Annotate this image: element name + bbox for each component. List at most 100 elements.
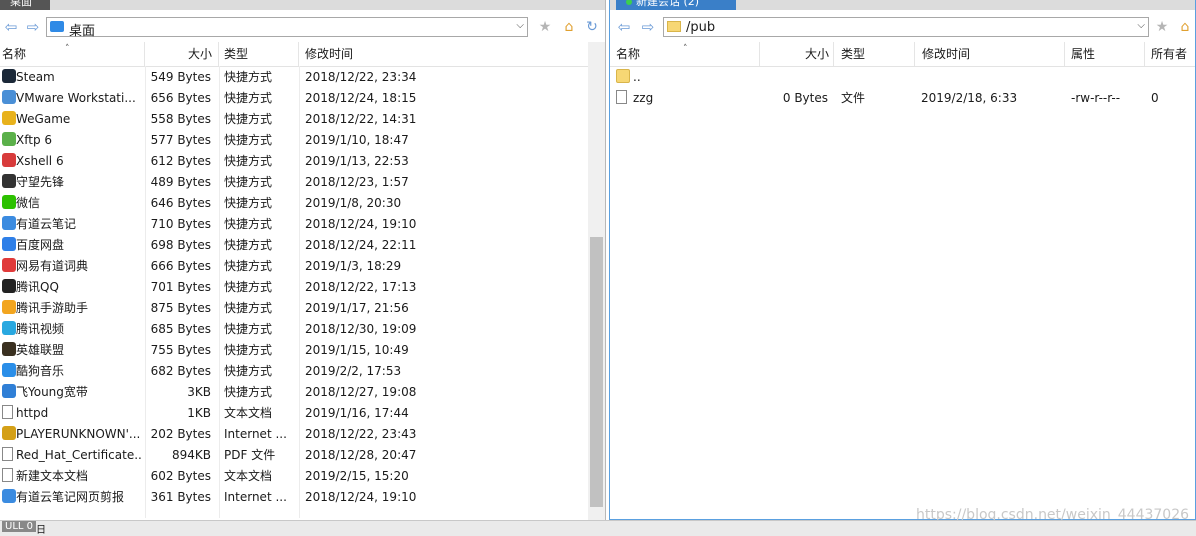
cell-name[interactable]: PLAYERUNKNOWN'... (2, 424, 142, 445)
cell-name[interactable]: 腾讯QQ (2, 277, 142, 298)
file-name: VMware Workstati... (16, 91, 136, 105)
table-row[interactable]: 飞Young宽带 3KB 快捷方式 2018/12/27, 19:08 (0, 382, 605, 403)
cell-name[interactable]: WeGame (2, 109, 142, 130)
table-row[interactable]: 网易有道词典 666 Bytes 快捷方式 2019/1/3, 18:29 (0, 256, 605, 277)
cell-size: 682 Bytes (150, 364, 211, 378)
refresh-icon[interactable]: ↻ (583, 18, 601, 36)
cell-name[interactable]: Xftp 6 (2, 130, 142, 151)
cell-name[interactable]: 新建文本文档 (2, 466, 142, 487)
cell-name[interactable]: 微信 (2, 193, 142, 214)
table-row[interactable]: 腾讯手游助手 875 Bytes 快捷方式 2019/1/17, 21:56 (0, 298, 605, 319)
cell-name[interactable]: 飞Young宽带 (2, 382, 142, 403)
address-field[interactable]: 桌面 ⌵ (46, 17, 528, 39)
table-row[interactable]: 有道云笔记 710 Bytes 快捷方式 2018/12/24, 19:10 (0, 214, 605, 235)
table-row[interactable]: 酷狗音乐 682 Bytes 快捷方式 2019/2/2, 17:53 (0, 361, 605, 382)
cell-name[interactable]: VMware Workstati... (2, 88, 142, 109)
table-row[interactable]: VMware Workstati... 656 Bytes 快捷方式 2018/12/… (0, 88, 605, 109)
col-size-header[interactable]: 大小 (145, 42, 219, 66)
table-row[interactable]: httpd 1KB 文本文档 2019/1/16, 17:44 (0, 403, 605, 424)
table-row[interactable]: Steam 549 Bytes 快捷方式 2018/12/22, 23:34 (0, 67, 605, 88)
scrollbar-thumb[interactable] (590, 237, 603, 507)
cell-size: 3KB (187, 385, 211, 399)
table-row[interactable]: Xftp 6 577 Bytes 快捷方式 2019/1/10, 18:47 (0, 130, 605, 151)
vertical-scrollbar[interactable] (588, 42, 605, 520)
table-row[interactable]: 百度网盘 698 Bytes 快捷方式 2018/12/24, 22:11 (0, 235, 605, 256)
text-file-icon (2, 468, 13, 482)
cell-modified: 2018/12/27, 19:08 (305, 385, 417, 399)
col-attrs-header[interactable]: 属性 (1065, 42, 1145, 66)
wegame-icon (2, 111, 16, 125)
tab-strip: 桌面 (0, 0, 605, 10)
cell-name[interactable]: 腾讯手游助手 (2, 298, 142, 319)
table-row[interactable]: zzg 0 Bytes 文件 2019/2/18, 6:33 -rw-r--r-- 0 (610, 88, 1195, 109)
file-name: 英雄联盟 (16, 343, 65, 357)
col-name-header[interactable]: 名称 ˄ (610, 42, 760, 66)
cell-name[interactable]: 腾讯视频 (2, 319, 142, 340)
col-name-header[interactable]: 名称 ˄ (0, 42, 145, 66)
table-row[interactable]: WeGame 558 Bytes 快捷方式 2018/12/22, 14:31 (0, 109, 605, 130)
cell-size: 612 Bytes (150, 154, 211, 168)
forward-arrow-icon[interactable]: ⇨ (24, 18, 42, 36)
file-list: Steam 549 Bytes 快捷方式 2018/12/22, 23:34 VMwar… (0, 67, 605, 508)
address-field[interactable]: /pub ⌵ (663, 17, 1149, 37)
col-size-header[interactable]: 大小 (760, 42, 834, 66)
cell-name[interactable]: 酷狗音乐 (2, 361, 142, 382)
bookmark-star-icon[interactable]: ★ (1153, 18, 1171, 36)
cell-modified: 2018/12/28, 20:47 (305, 448, 417, 462)
cell-name[interactable]: 百度网盘 (2, 235, 142, 256)
cell-modified: 2018/12/24, 19:10 (305, 217, 417, 231)
table-row[interactable]: 守望先锋 489 Bytes 快捷方式 2018/12/23, 1:57 (0, 172, 605, 193)
chevron-down-icon[interactable]: ⌵ (516, 20, 524, 31)
table-row[interactable]: Red_Hat_Certificate... 894KB PDF 文件 2018/12… (0, 445, 605, 466)
cell-type: 快捷方式 (224, 196, 273, 210)
cell-name[interactable]: zzg (616, 88, 756, 109)
cell-name[interactable]: .. (616, 67, 756, 88)
cell-type: 快捷方式 (224, 364, 273, 378)
cell-name[interactable]: 有道云笔记 (2, 214, 142, 235)
cell-name[interactable]: 有道云笔记网页剪报 (2, 487, 142, 508)
tab-remote-session[interactable]: 新建会话 (2) (616, 0, 736, 10)
back-arrow-icon[interactable]: ⇦ (2, 18, 20, 36)
cell-name[interactable]: Red_Hat_Certificate... (2, 445, 142, 466)
col-modified-header[interactable]: 修改时间 (915, 42, 1065, 66)
table-row[interactable]: 有道云笔记网页剪报 361 Bytes Internet ... 2018/12/24… (0, 487, 605, 508)
cell-name[interactable]: Xshell 6 (2, 151, 142, 172)
forward-arrow-icon[interactable]: ⇨ (639, 18, 657, 36)
cell-type: 文本文档 (224, 406, 273, 420)
cell-modified: 2018/12/23, 1:57 (305, 175, 409, 189)
table-row[interactable]: Xshell 6 612 Bytes 快捷方式 2019/1/13, 22:53 (0, 151, 605, 172)
cell-modified: 2018/12/22, 17:13 (305, 280, 417, 294)
cell-modified: 2018/12/22, 23:43 (305, 427, 417, 441)
home-folder-icon[interactable]: ⌂ (1176, 18, 1194, 36)
tab-local[interactable]: 桌面 (0, 0, 50, 10)
col-modified-label: 修改时间 (922, 47, 971, 61)
col-attrs-label: 属性 (1071, 47, 1096, 61)
cell-size: 489 Bytes (150, 175, 211, 189)
table-row[interactable]: 微信 646 Bytes 快捷方式 2019/1/8, 20:30 (0, 193, 605, 214)
table-row[interactable]: 新建文本文档 602 Bytes 文本文档 2019/2/15, 15:20 (0, 466, 605, 487)
status-right-text: 日 (36, 525, 46, 536)
table-row[interactable]: 腾讯视频 685 Bytes 快捷方式 2018/12/30, 19:09 (0, 319, 605, 340)
col-owner-header[interactable]: 所有者 (1145, 42, 1195, 66)
home-folder-icon[interactable]: ⌂ (560, 18, 578, 36)
file-name: 百度网盘 (16, 238, 65, 252)
back-arrow-icon[interactable]: ⇦ (615, 18, 633, 36)
col-type-header[interactable]: 类型 (834, 42, 915, 66)
table-row[interactable]: 腾讯QQ 701 Bytes 快捷方式 2018/12/22, 17:13 (0, 277, 605, 298)
table-row[interactable]: .. (610, 67, 1195, 88)
wechat-icon (2, 195, 16, 209)
bookmark-star-icon[interactable]: ★ (536, 18, 554, 36)
col-type-header[interactable]: 类型 (219, 42, 299, 66)
cell-name[interactable]: Steam (2, 67, 142, 88)
table-row[interactable]: 英雄联盟 755 Bytes 快捷方式 2019/1/15, 10:49 (0, 340, 605, 361)
table-row[interactable]: PLAYERUNKNOWN'... 202 Bytes Internet ... 20… (0, 424, 605, 445)
cell-name[interactable]: 守望先锋 (2, 172, 142, 193)
cell-type: 快捷方式 (224, 301, 273, 315)
col-modified-header[interactable]: 修改时间 (299, 42, 588, 66)
cell-type: Internet ... (224, 490, 287, 504)
cell-name[interactable]: 英雄联盟 (2, 340, 142, 361)
cell-name[interactable]: 网易有道词典 (2, 256, 142, 277)
chevron-down-icon[interactable]: ⌵ (1137, 20, 1145, 31)
cell-modified: 2018/12/30, 19:09 (305, 322, 417, 336)
cell-name[interactable]: httpd (2, 403, 142, 424)
